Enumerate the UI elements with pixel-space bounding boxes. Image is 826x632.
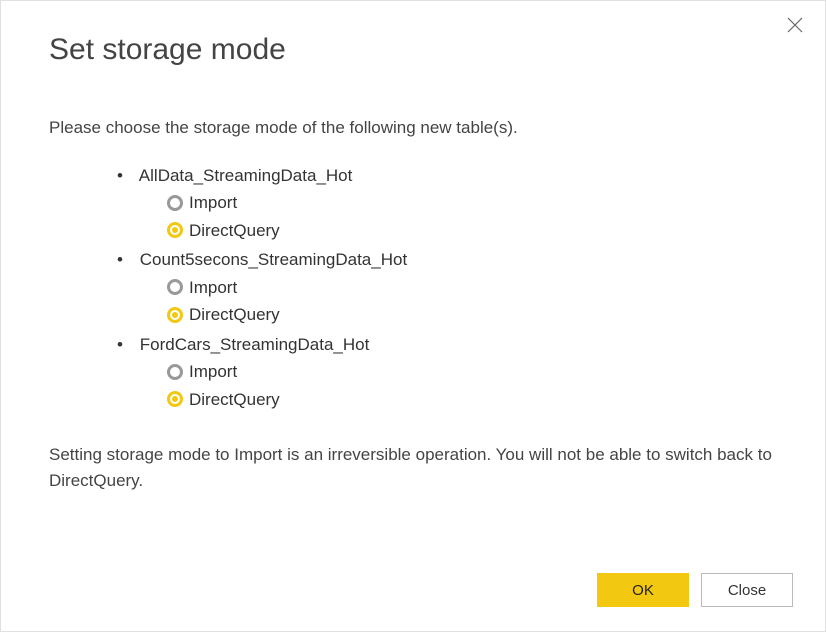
radio-unselected-icon bbox=[167, 364, 183, 380]
option-label: Import bbox=[189, 275, 237, 301]
radio-unselected-icon bbox=[167, 195, 183, 211]
tables-list: AllData_StreamingData_Hot Import DirectQ… bbox=[117, 163, 777, 413]
dialog-buttons: OK Close bbox=[597, 573, 793, 607]
option-label: Import bbox=[189, 190, 237, 216]
table-name: Count5secons_StreamingData_Hot bbox=[140, 250, 407, 269]
table-item: Count5secons_StreamingData_Hot Import Di… bbox=[117, 247, 777, 328]
option-label: Import bbox=[189, 359, 237, 385]
table-item: AllData_StreamingData_Hot Import DirectQ… bbox=[117, 163, 777, 244]
set-storage-mode-dialog: Set storage mode Please choose the stora… bbox=[0, 0, 826, 632]
radio-selected-icon bbox=[167, 307, 183, 323]
storage-option-directquery[interactable]: DirectQuery bbox=[167, 302, 777, 328]
storage-option-directquery[interactable]: DirectQuery bbox=[167, 218, 777, 244]
radio-unselected-icon bbox=[167, 279, 183, 295]
dialog-content: Please choose the storage mode of the fo… bbox=[49, 115, 777, 495]
option-label: DirectQuery bbox=[189, 387, 280, 413]
table-name: AllData_StreamingData_Hot bbox=[139, 166, 353, 185]
storage-option-import[interactable]: Import bbox=[167, 275, 777, 301]
storage-option-import[interactable]: Import bbox=[167, 190, 777, 216]
option-label: DirectQuery bbox=[189, 218, 280, 244]
option-label: DirectQuery bbox=[189, 302, 280, 328]
storage-option-directquery[interactable]: DirectQuery bbox=[167, 387, 777, 413]
intro-text: Please choose the storage mode of the fo… bbox=[49, 115, 777, 141]
close-icon[interactable] bbox=[785, 15, 805, 35]
radio-selected-icon bbox=[167, 222, 183, 238]
storage-option-import[interactable]: Import bbox=[167, 359, 777, 385]
table-name: FordCars_StreamingData_Hot bbox=[140, 335, 370, 354]
ok-button[interactable]: OK bbox=[597, 573, 689, 607]
table-item: FordCars_StreamingData_Hot Import Direct… bbox=[117, 332, 777, 413]
close-button[interactable]: Close bbox=[701, 573, 793, 607]
dialog-title: Set storage mode bbox=[49, 33, 809, 67]
radio-selected-icon bbox=[167, 391, 183, 407]
warning-text: Setting storage mode to Import is an irr… bbox=[49, 442, 777, 495]
